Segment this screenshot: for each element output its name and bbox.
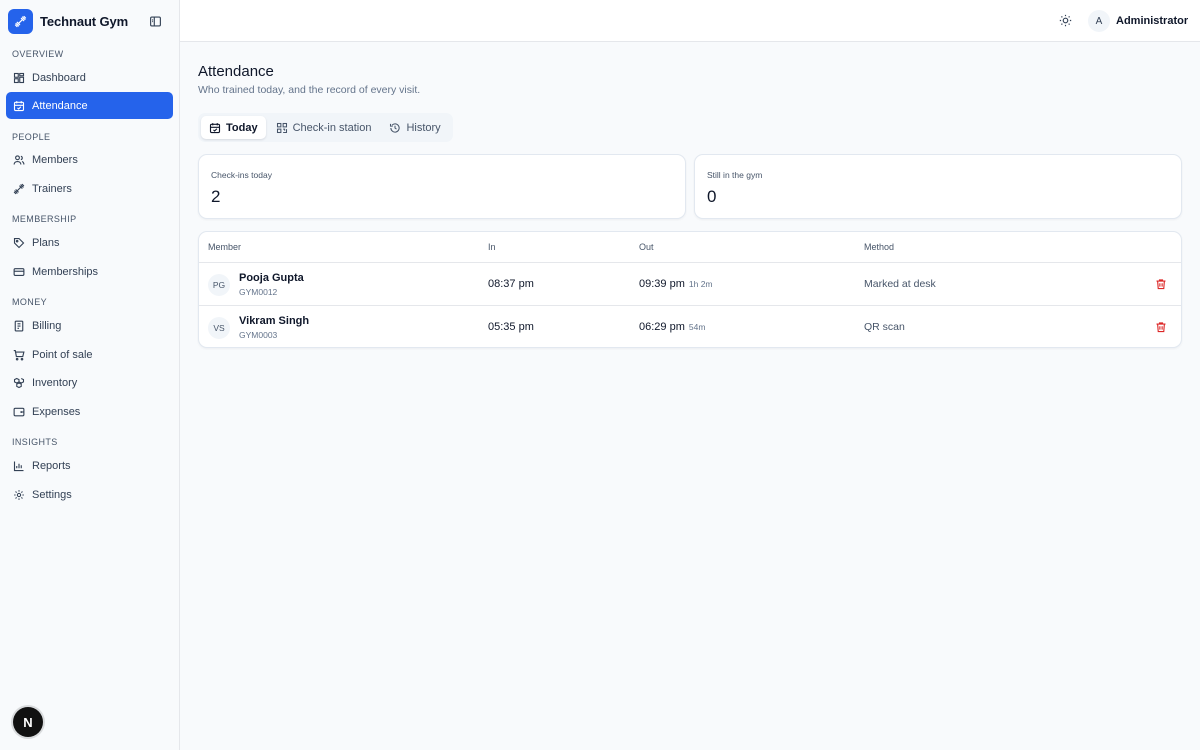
dumbbell-icon[interactable] [8, 8, 33, 34]
avatar: VS [208, 317, 230, 339]
attendance-table: Member In Out Method PG Pooja Gupta GYM0… [198, 231, 1182, 348]
sidebar-item-members[interactable]: Members [6, 146, 173, 173]
column-header-method: Method [864, 242, 895, 252]
section-label-people: PEOPLE [12, 132, 51, 142]
dev-badge[interactable]: N [13, 707, 43, 737]
check-in-time: 08:37 pm [488, 278, 534, 290]
member-id: GYM0003 [239, 330, 278, 340]
avatar: PG [208, 274, 230, 296]
sidebar-item-attendance[interactable]: Attendance [6, 92, 173, 119]
sidebar-item-point-of-sale[interactable]: Point of sale [6, 341, 173, 368]
visit-duration: 1h 2m [688, 279, 713, 289]
check-out-time: 06:29 pm [639, 321, 685, 333]
calendar-check-icon [12, 99, 25, 112]
section-label-overview: OVERVIEW [12, 49, 64, 59]
sidebar-item-label: Plans [32, 236, 60, 249]
stat-card-check-ins: Check-ins today 2 [198, 154, 686, 219]
user-name: Administrator [1116, 15, 1189, 27]
sidebar-item-label: Attendance [32, 99, 88, 112]
table-row: VS Vikram Singh GYM0003 05:35 pm 06:29 p… [199, 306, 1181, 347]
sidebar-item-reports[interactable]: Reports [6, 452, 173, 479]
stat-label: Still in the gym [707, 170, 763, 180]
sidebar-item-trainers[interactable]: Trainers [6, 175, 173, 202]
trash-icon[interactable] [1154, 277, 1168, 291]
check-in-method: Marked at desk [864, 278, 936, 290]
brand-name: Technaut Gym [40, 13, 129, 29]
user-menu[interactable]: A Administrator [1088, 10, 1188, 32]
tab-history[interactable]: History [381, 116, 448, 139]
page-title: Attendance [198, 63, 274, 80]
tab-label: Check-in station [292, 121, 372, 134]
calendar-check-icon [209, 122, 221, 134]
wallet-icon [12, 405, 25, 418]
page-subtitle: Who trained today, and the record of eve… [198, 84, 421, 96]
check-out-cell: 06:29 pm 54m [639, 321, 705, 333]
qr-code-icon [276, 122, 288, 134]
tag-icon [12, 236, 25, 249]
gear-icon [12, 488, 25, 501]
check-in-method: QR scan [864, 321, 905, 333]
sidebar-toggle-icon[interactable] [147, 13, 163, 29]
sidebar-item-billing[interactable]: Billing [6, 312, 173, 339]
column-header-member: Member [208, 242, 242, 252]
sidebar-item-label: Trainers [32, 182, 72, 195]
visit-duration: 54m [688, 322, 706, 332]
sidebar-item-expenses[interactable]: Expenses [6, 398, 173, 425]
brand: Technaut Gym [0, 0, 179, 42]
tab-today[interactable]: Today [201, 116, 266, 139]
boxes-icon [12, 376, 25, 389]
stat-value: 2 [211, 187, 221, 206]
sidebar-item-label: Inventory [32, 376, 78, 389]
sidebar-item-label: Billing [32, 319, 62, 332]
bar-chart-icon [12, 459, 25, 472]
tab-check-in-station[interactable]: Check-in station [268, 116, 380, 139]
history-icon [389, 122, 401, 134]
table-header: Member In Out Method [199, 232, 1181, 263]
trash-icon[interactable] [1154, 320, 1168, 334]
table-row: PG Pooja Gupta GYM0012 08:37 pm 09:39 pm… [199, 263, 1181, 306]
sidebar-item-memberships[interactable]: Memberships [6, 258, 173, 285]
column-header-out: Out [639, 242, 654, 252]
credit-card-icon [12, 265, 25, 278]
sidebar-item-inventory[interactable]: Inventory [6, 369, 173, 396]
section-label-money: MONEY [12, 297, 48, 307]
sidebar-item-label: Reports [32, 459, 71, 472]
column-header-in: In [488, 242, 496, 252]
section-label-insights: INSIGHTS [12, 437, 58, 447]
member-name: Vikram Singh [239, 315, 310, 327]
stat-label: Check-ins today [211, 170, 272, 180]
tab-label: Today [226, 121, 258, 134]
member-id: GYM0012 [239, 287, 278, 297]
stat-card-still-in-gym: Still in the gym 0 [694, 154, 1182, 219]
sun-icon[interactable] [1059, 14, 1073, 28]
sidebar-item-settings[interactable]: Settings [6, 481, 173, 508]
sidebar-item-label: Point of sale [32, 348, 93, 361]
topbar: A Administrator [180, 0, 1200, 42]
sidebar: Technaut Gym OVERVIEW Dashboard Attendan… [0, 0, 180, 750]
dashboard-grid-icon [12, 71, 25, 84]
shopping-cart-icon [12, 348, 25, 361]
main-content: Attendance Who trained today, and the re… [180, 42, 1200, 750]
check-in-time: 05:35 pm [488, 321, 534, 333]
sidebar-item-label: Members [32, 153, 78, 166]
dumbbell-icon [12, 182, 25, 195]
sidebar-item-dashboard[interactable]: Dashboard [6, 64, 173, 91]
sidebar-item-plans[interactable]: Plans [6, 229, 173, 256]
avatar: A [1088, 10, 1110, 32]
tab-label: History [406, 121, 441, 134]
sidebar-item-label: Dashboard [32, 71, 86, 84]
check-out-time: 09:39 pm [639, 278, 685, 290]
users-icon [12, 153, 25, 166]
tab-list: Today Check-in station History [198, 113, 453, 142]
section-label-membership: MEMBERSHIP [12, 214, 77, 224]
sidebar-item-label: Settings [32, 488, 72, 501]
sidebar-item-label: Expenses [32, 405, 81, 418]
receipt-icon [12, 319, 25, 332]
member-name: Pooja Gupta [239, 272, 304, 284]
check-out-cell: 09:39 pm 1h 2m [639, 278, 713, 290]
sidebar-item-label: Memberships [32, 265, 99, 278]
stat-value: 0 [707, 187, 717, 206]
